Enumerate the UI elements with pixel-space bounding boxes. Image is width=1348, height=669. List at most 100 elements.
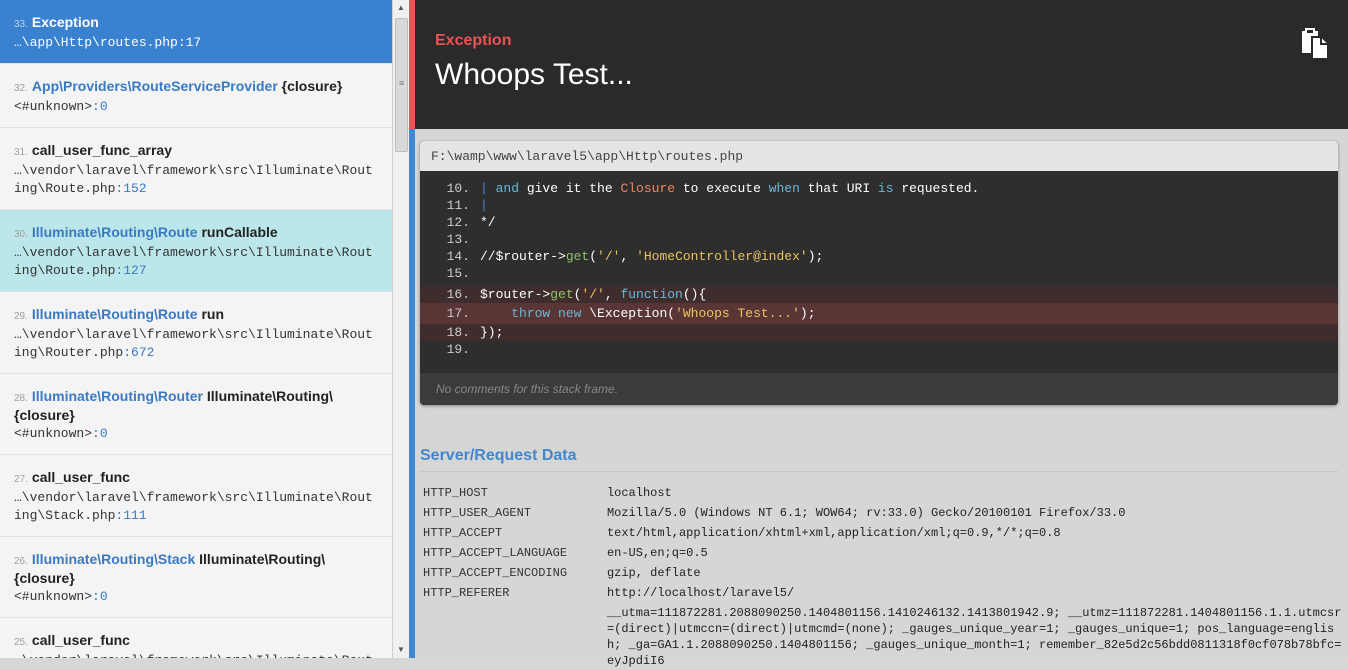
exception-class: Exception [435, 32, 512, 49]
server-data-row: HTTP_REFERER http://localhost/laravel5/ [423, 585, 1348, 605]
error-code-line: 17. throw new \Exception('Whoops Test...… [420, 303, 1338, 324]
frame-file: …\vendor\laravel\framework\src\Illuminat… [14, 490, 373, 523]
frame-class: Illuminate\Routing\Route [31, 306, 198, 322]
frame-index: 32. [14, 83, 28, 94]
code-line: 16. $router->get('/', function(){ [420, 286, 1338, 303]
server-data-key: HTTP_ACCEPT_ENCODING [423, 566, 568, 580]
frame-class: Illuminate\Routing\Route [31, 224, 198, 240]
stack-frame[interactable]: 30. Illuminate\Routing\Route runCallable …… [0, 210, 392, 292]
stack-frame[interactable]: 28. Illuminate\Routing\Router Illuminate\… [0, 374, 392, 455]
frame-file: <#unknown> [14, 589, 93, 604]
stack-frame[interactable]: 32. App\Providers\RouteServiceProvider {c… [0, 64, 392, 128]
frame-signature: 26. Illuminate\Routing\Stack Illuminate\R… [14, 551, 378, 587]
frame-line: :127 [115, 263, 147, 278]
scroll-down-arrow-icon[interactable]: ▼ [393, 642, 409, 658]
frame-location: …\vendor\laravel\framework\src\Illuminat… [14, 161, 378, 197]
frame-index: 30. [14, 229, 28, 240]
stack-frame[interactable]: 33. Exception …\app\Http\routes.php:17 [0, 0, 392, 64]
scroll-up-arrow-icon[interactable]: ▲ [393, 0, 409, 16]
code-lines: 10. | and give it the Closure to execute … [420, 171, 1338, 358]
scrollbar-thumb[interactable]: ≡ [395, 18, 408, 152]
code-line: 15. [446, 266, 470, 281]
code-viewer: F:\wamp\www\laravel5\app\Http\routes.php… [420, 141, 1338, 405]
code-line: 18.}); [420, 324, 1338, 341]
grip-icon: ≡ [399, 78, 405, 88]
frame-index: 27. [14, 474, 28, 485]
exception-message: Whoops Test... [435, 58, 633, 91]
stack-frames-list: 33. Exception …\app\Http\routes.php:17 32. A… [0, 0, 392, 658]
server-data-row: HTTP_ACCEPT_ENCODING gzip, deflate [423, 565, 1348, 585]
frame-location: …\vendor\laravel\framework\src\Illuminat… [14, 651, 378, 658]
frame-line: :152 [115, 181, 147, 196]
server-data-row: HTTP_HOST localhost [423, 485, 1348, 505]
stack-frame[interactable]: 27. call_user_func …\vendor\laravel\framew… [0, 455, 392, 537]
frame-location: <#unknown>:0 [14, 587, 378, 605]
frame-file: …\app\Http\routes.php [14, 35, 178, 50]
server-data-table: HTTP_HOST localhost HTTP_USER_AGENT Mozilla… [423, 485, 1348, 669]
server-data-value: text/html,application/xhtml+xml,applicat… [606, 526, 1061, 540]
frame-function: call_user_func [31, 469, 130, 485]
code-line: 19. [446, 342, 470, 357]
frame-index: 26. [14, 556, 28, 567]
frame-signature: 31. call_user_func_array [14, 142, 378, 161]
frame-details: F:\wamp\www\laravel5\app\Http\routes.php… [409, 129, 1348, 668]
frame-location: …\vendor\laravel\framework\src\Illuminat… [14, 243, 378, 279]
frame-class: Exception [31, 14, 99, 30]
frame-line: :672 [123, 345, 155, 360]
code-line: 13. [446, 232, 470, 247]
frame-line: :0 [92, 99, 108, 114]
frame-location: …\vendor\laravel\framework\src\Illuminat… [14, 488, 378, 524]
server-data-row: HTTP_ACCEPT_LANGUAGE en-US,en;q=0.5 [423, 545, 1348, 565]
stack-frame[interactable]: 25.call_user_func …\vendor\laravel\framew… [0, 618, 392, 658]
frame-index: 29. [14, 311, 28, 322]
frame-file: …\vendor\laravel\framework\src\Illuminat… [14, 245, 373, 278]
frame-comments: No comments for this stack frame. [420, 373, 1338, 405]
server-data-value: __utma=111872281.2088090250.1404801156.1… [606, 606, 1342, 668]
server-data-key: HTTP_HOST [423, 486, 488, 500]
frame-signature: 32. App\Providers\RouteServiceProvider {c… [14, 78, 378, 97]
stack-frame[interactable]: 26. Illuminate\Routing\Stack Illuminate\R… [0, 537, 392, 618]
frame-location: <#unknown>:0 [14, 424, 378, 442]
frame-function: call_user_func_array [31, 142, 172, 158]
frame-index: 25. [14, 637, 28, 648]
stack-frame[interactable]: 31. call_user_func_array …\vendor\laravel\… [0, 128, 392, 210]
server-data-row: __utma=111872281.2088090250.1404801156.1… [423, 605, 1348, 669]
code-line: 11. | [446, 198, 488, 213]
server-data-value: localhost [606, 486, 672, 500]
code-line: 12. */ [446, 215, 496, 230]
frame-line: :0 [92, 589, 108, 604]
frames-scrollbar[interactable]: ▲ ≡ ▼ [392, 0, 409, 658]
server-data-row: HTTP_ACCEPT text/html,application/xhtml+x… [423, 525, 1348, 545]
server-data-value: Mozilla/5.0 (Windows NT 6.1; WOW64; rv:3… [606, 506, 1126, 520]
frame-signature: 27. call_user_func [14, 469, 378, 488]
frame-file: <#unknown> [14, 99, 93, 114]
server-data-value: en-US,en;q=0.5 [606, 546, 708, 560]
frame-file: …\vendor\laravel\framework\src\Illuminat… [14, 163, 373, 196]
code-line: 10. | and give it the Closure to execute … [446, 181, 980, 196]
frame-signature: 25. call_user_func [14, 632, 378, 651]
copy-to-clipboard-button[interactable] [1300, 28, 1330, 60]
frame-class: App\Providers\RouteServiceProvider [31, 78, 278, 94]
frame-function: call_user_func [31, 632, 130, 648]
frame-index: 28. [14, 393, 28, 404]
frame-file: …\vendor\laravel\framework\src\Illuminat… [14, 653, 373, 658]
clipboard-icon [1302, 28, 1329, 60]
frame-location: …\app\Http\routes.php:17 [14, 33, 378, 51]
frame-class: Illuminate\Routing\Stack [31, 551, 196, 567]
server-data-value: http://localhost/laravel5/ [606, 586, 795, 600]
frame-location: <#unknown>:0 [14, 97, 378, 115]
frame-signature: 28. Illuminate\Routing\Router Illuminate\… [14, 388, 378, 424]
frame-index: 33. [14, 19, 28, 30]
frame-class: Illuminate\Routing\Router [31, 388, 204, 404]
frame-line: :0 [92, 426, 108, 441]
exception-header: Exception Whoops Test... [409, 0, 1348, 129]
frame-signature: 30. Illuminate\Routing\Route runCallable [14, 224, 378, 243]
frame-signature: 29. Illuminate\Routing\Route run [14, 306, 378, 325]
server-data-key [423, 605, 607, 669]
frame-file: <#unknown> [14, 426, 93, 441]
frame-function: runCallable [201, 224, 278, 240]
stack-frame[interactable]: 29. Illuminate\Routing\Route run …\vendor\… [0, 292, 392, 374]
server-data-key: HTTP_ACCEPT_LANGUAGE [423, 546, 568, 560]
frame-file: …\vendor\laravel\framework\src\Illuminat… [14, 327, 373, 360]
server-data-value: gzip, deflate [606, 566, 701, 580]
